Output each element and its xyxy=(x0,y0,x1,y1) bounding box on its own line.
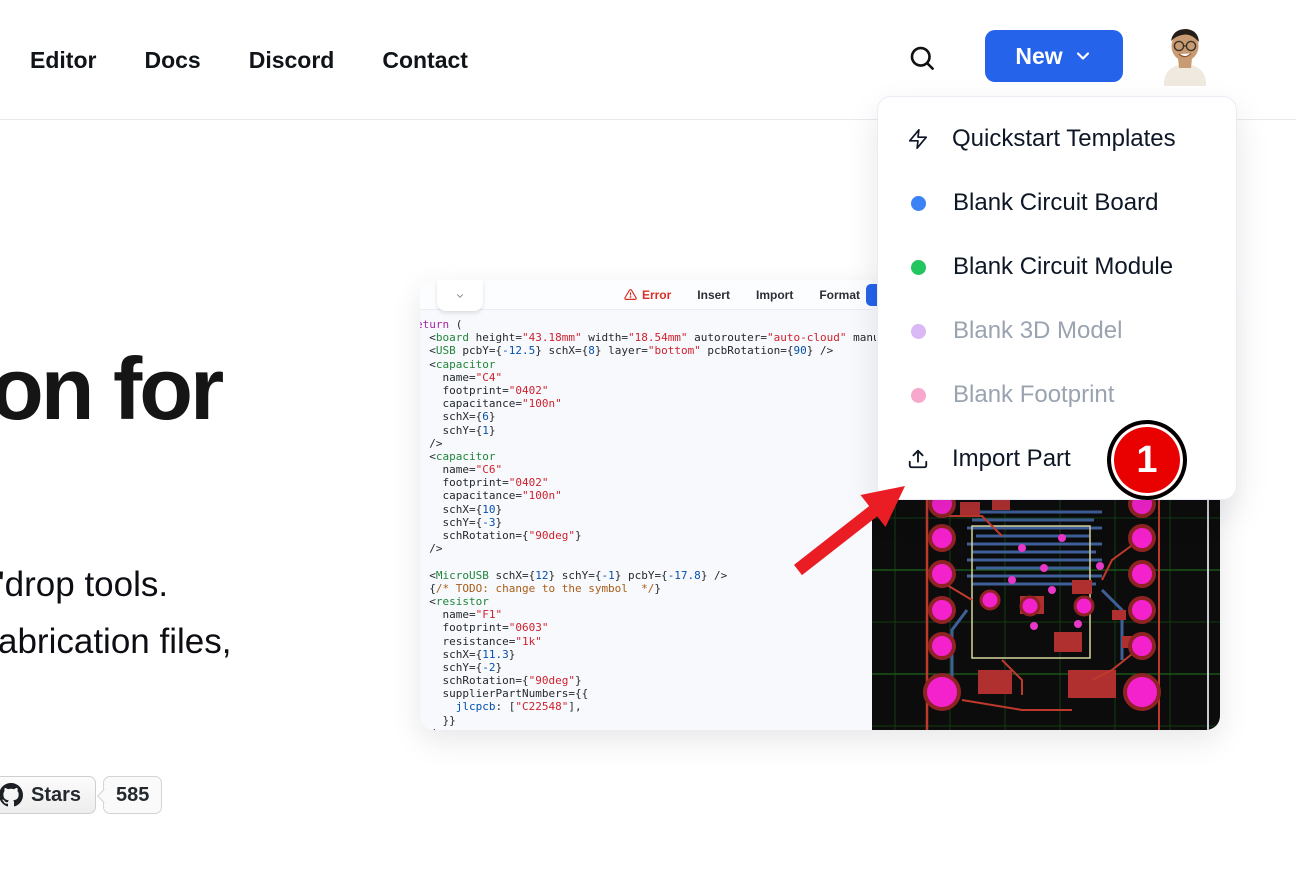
code-line: <capacitor xyxy=(420,450,876,463)
code-line: schY={1} xyxy=(420,424,876,437)
annotation-arrow-icon xyxy=(790,470,920,580)
editor-toolbar: Error Insert Import Format xyxy=(420,280,872,310)
menu-item-blank-circuit-board[interactable]: Blank Circuit Board xyxy=(878,171,1236,235)
code-line: resistance="1k" xyxy=(420,635,876,648)
purple-dot-icon xyxy=(911,324,926,339)
chevron-down-icon xyxy=(1073,46,1093,66)
search-icon xyxy=(907,43,937,73)
error-label: Error xyxy=(642,288,671,302)
menu-item-label: Import Part xyxy=(952,445,1071,473)
code-line: {/* TODO: change to the symbol */} xyxy=(420,582,876,595)
error-indicator[interactable]: Error xyxy=(624,288,671,302)
search-button[interactable] xyxy=(905,41,939,75)
editor-file-tab[interactable] xyxy=(437,280,483,311)
menu-item-blank-footprint[interactable]: Blank Footprint xyxy=(878,363,1236,427)
code-line: / xyxy=(420,727,876,730)
code-line: supplierPartNumbers={{ xyxy=(420,687,876,700)
annotation-step-badge: 1 xyxy=(1107,420,1187,500)
menu-item-label: Blank Circuit Board xyxy=(953,189,1158,217)
code-line: }} xyxy=(420,714,876,727)
new-button-label: New xyxy=(1015,43,1062,70)
menu-item-label: Blank Circuit Module xyxy=(953,253,1173,281)
menu-item-blank-3d-model[interactable]: Blank 3D Model xyxy=(878,299,1236,363)
code-line: <resistor xyxy=(420,595,876,608)
page: Editor Docs Discord Contact New xyxy=(0,0,1296,872)
menu-item-quickstart-templates[interactable]: Quickstart Templates xyxy=(878,107,1236,171)
code-line: footprint="0603" xyxy=(420,621,876,634)
star-count-value: 585 xyxy=(116,784,149,807)
nav-links: Editor Docs Discord Contact xyxy=(30,0,468,120)
github-stars-label: Stars xyxy=(31,784,81,807)
import-menu[interactable]: Import xyxy=(756,288,793,302)
code-line: <board height="43.18mm" width="18.54mm" … xyxy=(420,331,876,344)
code-line: jlcpcb: ["C22548"], xyxy=(420,700,876,713)
new-button[interactable]: New xyxy=(985,30,1123,82)
warning-triangle-icon xyxy=(624,288,637,301)
nav-link-docs[interactable]: Docs xyxy=(144,47,200,74)
github-star-count[interactable]: 585 xyxy=(103,776,162,814)
upload-icon xyxy=(906,447,930,471)
github-stars-widget: Stars 585 xyxy=(0,776,162,814)
avatar[interactable] xyxy=(1158,26,1212,86)
zap-icon xyxy=(906,127,930,151)
code-line: schX={11.3} xyxy=(420,648,876,661)
code-line: footprint="0402" xyxy=(420,384,876,397)
new-dropdown-menu: Quickstart Templates Blank Circuit Board… xyxy=(877,96,1237,500)
headline-fragment: on for xyxy=(0,338,221,440)
code-line: name="C4" xyxy=(420,371,876,384)
nav-link-contact[interactable]: Contact xyxy=(382,47,468,74)
avatar-photo xyxy=(1158,26,1212,86)
nav-link-discord[interactable]: Discord xyxy=(249,47,335,74)
code-line: <USB pcbY={-12.5} schX={8} layer="bottom… xyxy=(420,344,876,357)
hero-body-line: abrication files, xyxy=(0,613,231,670)
github-stars-button[interactable]: Stars xyxy=(0,776,96,814)
blue-dot-icon xyxy=(911,196,926,211)
nav-link-editor[interactable]: Editor xyxy=(30,47,96,74)
hero-body-text: 'drop tools. abrication files, xyxy=(0,556,231,670)
insert-menu[interactable]: Insert xyxy=(697,288,730,302)
menu-item-label: Blank Footprint xyxy=(953,381,1114,409)
github-icon xyxy=(0,783,23,807)
menu-item-label: Blank 3D Model xyxy=(953,317,1122,345)
format-button[interactable]: Format xyxy=(819,288,860,302)
code-line: /> xyxy=(420,437,876,450)
menu-item-blank-circuit-module[interactable]: Blank Circuit Module xyxy=(878,235,1236,299)
code-line: schY={-2} xyxy=(420,661,876,674)
caret-down-icon xyxy=(455,291,465,301)
pink-dot-icon xyxy=(911,388,926,403)
code-line: schRotation={"90deg"} xyxy=(420,674,876,687)
code-line: capacitance="100n" xyxy=(420,397,876,410)
code-line: schX={6} xyxy=(420,410,876,423)
code-line: eturn ( xyxy=(420,318,876,331)
code-line: <capacitor xyxy=(420,358,876,371)
green-dot-icon xyxy=(911,260,926,275)
code-line: name="F1" xyxy=(420,608,876,621)
badge-number: 1 xyxy=(1136,439,1157,482)
menu-item-label: Quickstart Templates xyxy=(952,125,1176,153)
hero-body-line: 'drop tools. xyxy=(0,556,231,613)
